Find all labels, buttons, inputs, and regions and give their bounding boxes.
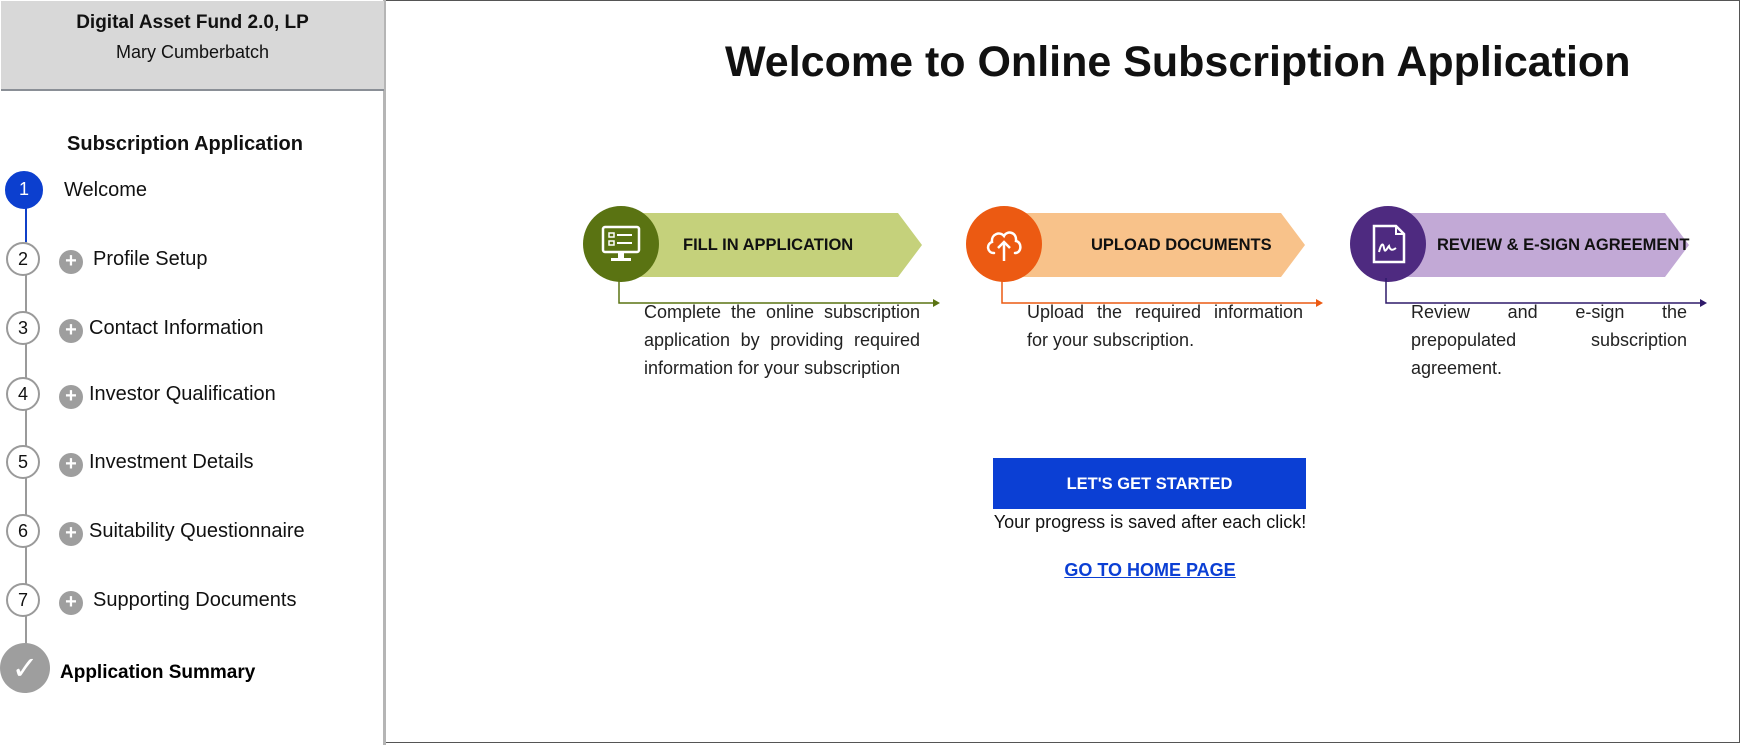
step-number: 6 [6, 514, 40, 548]
step-label: Suitability Questionnaire [89, 520, 305, 542]
step-number: 5 [6, 445, 40, 479]
expand-plus-icon[interactable]: + [59, 453, 83, 477]
monitor-form-icon [583, 206, 659, 282]
user-name: Mary Cumberbatch [115, 42, 270, 62]
step-label: Investment Details [89, 451, 254, 473]
get-started-button[interactable]: LET'S GET STARTED [993, 458, 1306, 509]
step-supporting-documents[interactable]: 7 + Supporting Documents [0, 583, 380, 623]
step-number: 3 [6, 311, 40, 345]
step-number: 1 [5, 171, 43, 209]
step-number: 7 [6, 583, 40, 617]
card-title: REVIEW & E-SIGN AGREEMENT [1437, 236, 1690, 254]
step-label: Supporting Documents [93, 589, 297, 611]
expand-plus-icon[interactable]: + [59, 385, 83, 409]
card-description: Complete the online subscription applica… [644, 302, 920, 378]
expand-plus-icon[interactable]: + [59, 522, 83, 546]
cloud-upload-icon [966, 206, 1042, 282]
fund-name: Digital Asset Fund 2.0, LP [76, 12, 309, 33]
step-welcome[interactable]: 1 Welcome [0, 171, 380, 213]
step-investment-details[interactable]: 5 + Investment Details [0, 445, 380, 485]
step-label: Profile Setup [93, 248, 208, 270]
card-title: UPLOAD DOCUMENTS [1091, 236, 1272, 254]
expand-plus-icon[interactable]: + [59, 591, 83, 615]
step-number: 2 [6, 242, 40, 276]
step-number: 4 [6, 377, 40, 411]
step-label: Investor Qualification [89, 383, 276, 405]
expand-plus-icon[interactable]: + [59, 319, 83, 343]
progress-saved-note: Your progress is saved after each click! [993, 512, 1307, 532]
sidebar: Digital Asset Fund 2.0, LP Mary Cumberba… [0, 0, 386, 745]
sidebar-header: Digital Asset Fund 2.0, LP Mary Cumberba… [1, 1, 384, 91]
step-application-summary[interactable]: Application Summary [60, 662, 255, 684]
step-label: Welcome [64, 179, 147, 201]
step-contact-information[interactable]: 3 + Contact Information [0, 311, 380, 351]
card-title: FILL IN APPLICATION [683, 236, 854, 254]
step-investor-qualification[interactable]: 4 + Investor Qualification [0, 377, 380, 417]
step-profile-setup[interactable]: 2 + Profile Setup [0, 242, 380, 282]
signature-document-icon [1350, 206, 1426, 282]
step-suitability-questionnaire[interactable]: 6 + Suitability Questionnaire [0, 514, 380, 554]
card-description: Upload the required information for your… [1027, 302, 1303, 350]
card-description: Review and e-sign the prepopulated subsc… [1411, 302, 1687, 378]
step-label: Contact Information [89, 317, 264, 339]
checkmark-icon[interactable]: ✓ [0, 643, 50, 693]
expand-plus-icon[interactable]: + [59, 250, 83, 274]
page-title: Welcome to Online Subscription Applicati… [725, 38, 1631, 86]
section-title: Subscription Application [67, 133, 303, 155]
home-page-link[interactable]: GO TO HOME PAGE [990, 560, 1310, 581]
step-connector-active [25, 208, 27, 242]
